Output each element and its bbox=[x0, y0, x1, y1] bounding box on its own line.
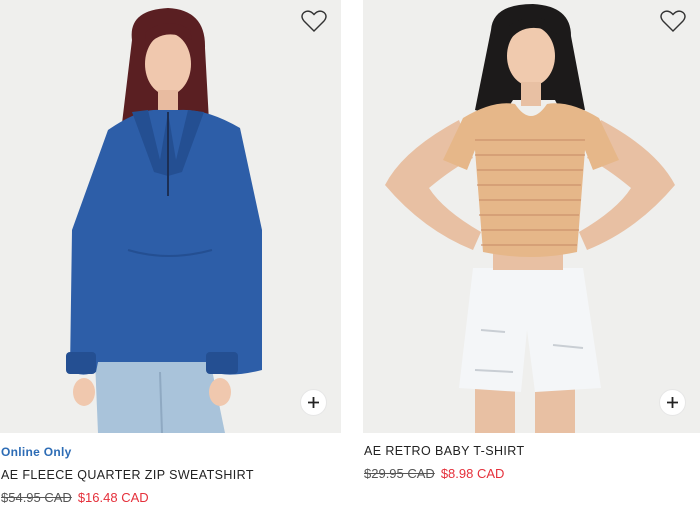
heart-outline-icon bbox=[301, 10, 327, 32]
sale-price: $16.48 CAD bbox=[77, 490, 149, 505]
model-illustration bbox=[363, 0, 700, 433]
sale-price: $8.98 CAD bbox=[440, 466, 505, 481]
product-card[interactable]: Online Only AE FLEECE QUARTER ZIP SWEATS… bbox=[0, 0, 341, 505]
product-name-link[interactable]: AE RETRO BABY T-SHIRT bbox=[364, 444, 525, 458]
product-price: $29.95 CAD $8.98 CAD bbox=[364, 466, 504, 481]
product-image[interactable] bbox=[363, 0, 700, 433]
quick-add-button[interactable] bbox=[659, 389, 686, 416]
product-name-link[interactable]: AE FLEECE QUARTER ZIP SWEATSHIRT bbox=[1, 468, 254, 482]
favorite-button[interactable] bbox=[301, 9, 327, 33]
heart-outline-icon bbox=[660, 10, 686, 32]
original-price: $54.95 CAD bbox=[1, 490, 72, 505]
product-price: $54.95 CAD $16.48 CAD bbox=[1, 490, 149, 505]
quick-add-button[interactable] bbox=[300, 389, 327, 416]
original-price: $29.95 CAD bbox=[364, 466, 435, 481]
favorite-button[interactable] bbox=[660, 9, 686, 33]
model-illustration bbox=[0, 0, 341, 433]
product-card[interactable]: AE RETRO BABY T-SHIRT $29.95 CAD $8.98 CA… bbox=[363, 0, 700, 481]
plus-icon bbox=[308, 397, 319, 408]
plus-icon bbox=[667, 397, 678, 408]
product-image[interactable] bbox=[0, 0, 341, 433]
online-only-badge: Online Only bbox=[1, 445, 72, 459]
